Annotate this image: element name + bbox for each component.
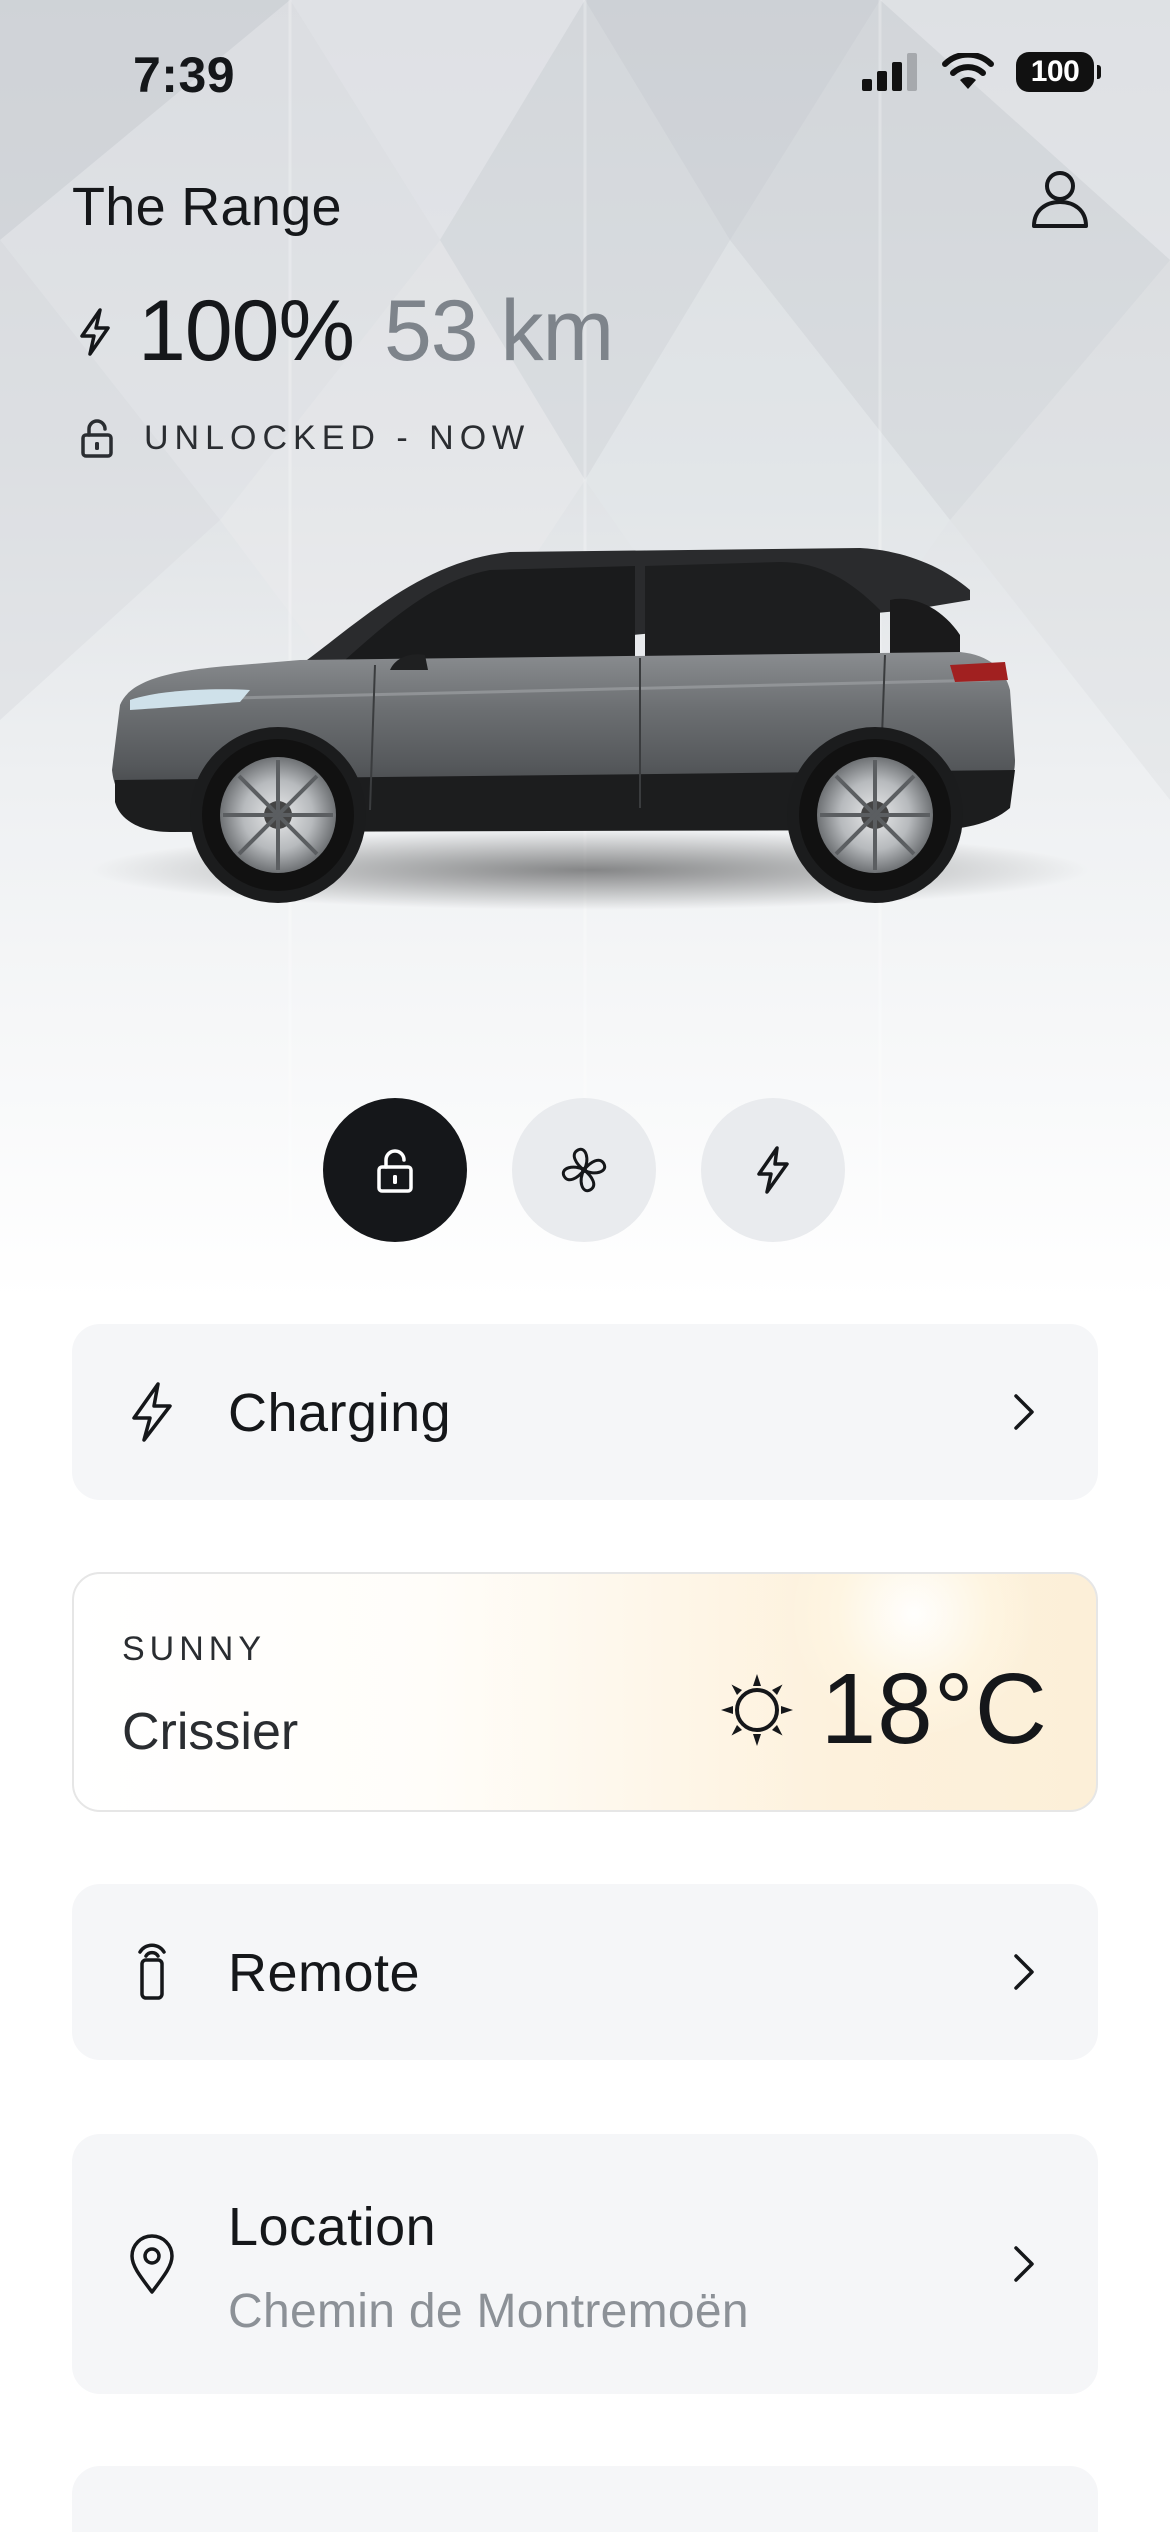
lock-status: UNLOCKED - NOW [80,418,530,458]
location-address: Chemin de Montremoën [228,2285,749,2338]
charge-button[interactable] [701,1098,845,1242]
bolt-icon [132,1382,172,1442]
battery-level: 100 [1030,55,1080,88]
vehicle-image [90,548,1090,910]
charge-percentage: 100% [138,283,355,379]
unlock-icon [81,419,113,458]
remote-key-icon [138,1943,166,2000]
remote-label: Remote [228,1943,421,2003]
range-value: 53 km [383,283,614,379]
status-time: 7:39 [133,47,236,103]
lock-toggle-button[interactable] [323,1098,467,1242]
weather-city: Crissier [122,1703,299,1761]
charging-card[interactable]: Charging [72,1324,1098,1500]
map-pin-icon [130,2234,174,2294]
location-card[interactable]: Location Chemin de Montremoën [72,2134,1098,2394]
weather-temperature-group: 18°C [717,1652,1048,1767]
lock-status-text: UNLOCKED - NOW [144,418,531,457]
status-icons: 100 [862,52,1101,92]
location-label: Location [228,2197,437,2257]
cellular-signal-icon [862,53,917,91]
lock-icon [377,1149,413,1193]
sun-icon [720,1673,793,1746]
chevron-right-icon [1014,1394,1034,1430]
next-card[interactable] [72,2466,1098,2532]
charge-summary: 100% 53 km [78,282,614,381]
charging-label: Charging [228,1383,452,1443]
climate-button[interactable] [512,1098,656,1242]
chevron-right-icon [1014,1954,1034,1990]
chevron-right-icon [1014,2246,1034,2282]
wifi-icon [942,53,994,89]
bolt-icon [80,307,110,356]
quick-actions [323,1098,845,1242]
battery-indicator: 100 [1016,52,1101,92]
weather-condition: SUNNY [122,1630,267,1668]
remote-card[interactable]: Remote [72,1884,1098,2060]
person-icon[interactable] [1028,166,1092,230]
fan-icon [561,1147,607,1193]
vehicle-name: The Range [72,177,342,237]
weather-temperature: 18°C [820,1653,1048,1765]
bolt-icon [757,1146,789,1194]
weather-card[interactable]: SUNNY Crissier 18°C [72,1572,1098,1812]
